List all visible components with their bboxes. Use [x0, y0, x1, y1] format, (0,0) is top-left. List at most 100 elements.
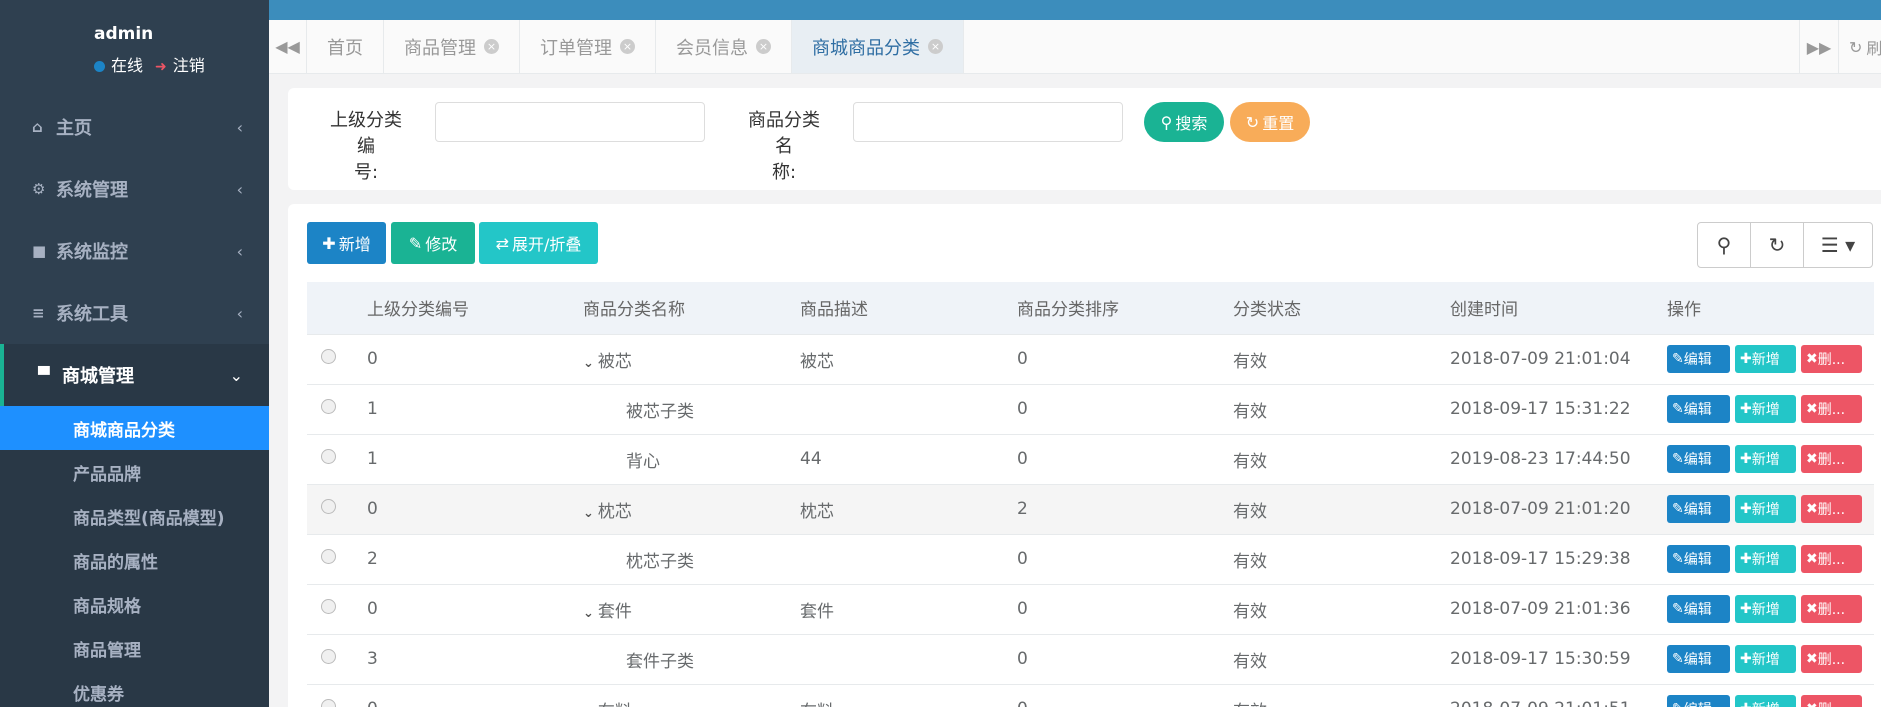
row-add-button[interactable]: ✚新增	[1735, 395, 1796, 423]
header-sort[interactable]: 商品分类排序	[1017, 282, 1233, 334]
table-row[interactable]: 1 背心 44 0 有效 2019-08-23 17:44:50 ✎ 编辑 ✚ 新增…	[307, 434, 1874, 484]
submenu-item-brand[interactable]: 产品品牌	[0, 450, 269, 494]
row-radio[interactable]	[321, 499, 336, 514]
row-delete-button[interactable]: ✖删...	[1801, 495, 1862, 523]
cell-description: 套件	[800, 601, 834, 622]
submenu-item-category[interactable]: 商城商品分类	[0, 406, 269, 450]
tab-home[interactable]: 首页	[307, 20, 384, 73]
tab-members[interactable]: 会员信息 ×	[656, 20, 792, 73]
row-edit-button[interactable]: ✎编辑	[1667, 395, 1730, 423]
edit-icon: ✎	[1672, 451, 1684, 467]
table-search-button[interactable]: ⚲	[1698, 223, 1751, 267]
close-icon[interactable]: ×	[928, 39, 943, 54]
row-delete-button[interactable]: ✖删...	[1801, 595, 1862, 623]
chevron-down-icon[interactable]: ⌄	[583, 506, 594, 521]
menu-item-tools[interactable]: ≡ 系统工具 ‹	[0, 282, 269, 344]
row-radio[interactable]	[321, 449, 336, 464]
table-header-row: 上级分类编号 商品分类名称 商品描述 商品分类排序 分类状态 创建时间 操作	[307, 282, 1874, 334]
row-add-button[interactable]: ✚新增	[1735, 495, 1796, 523]
table-row[interactable]: 0 ⌄布料 布料 0 有效 2018-07-09 21:01:51 ✎编辑 ✚新…	[307, 684, 1874, 707]
header-parent-id[interactable]: 上级分类编号	[367, 282, 583, 334]
row-radio[interactable]	[321, 649, 336, 664]
menu-item-system[interactable]: ⚙ 系统管理 ‹	[0, 158, 269, 220]
tab-scroll-left-button[interactable]: ◀◀	[269, 20, 307, 73]
row-edit-button[interactable]: ✎编辑	[1667, 545, 1730, 573]
cell-status: 有效	[1233, 451, 1267, 472]
row-add-button[interactable]: ✚新增	[1735, 695, 1796, 707]
row-radio[interactable]	[321, 399, 336, 414]
header-description[interactable]: 商品描述	[800, 282, 1017, 334]
tab-category[interactable]: 商城商品分类 ×	[792, 20, 964, 73]
table-panel: ✚ 新增 ✎ 修改 ⇄ 展开/折叠 ⚲ ↻ ☰ ▾ 上级分类编号 商品分类名称 商品描…	[288, 204, 1881, 707]
table-refresh-button[interactable]: ↻	[1751, 223, 1804, 267]
row-add-button[interactable]: ✚新增	[1735, 345, 1796, 373]
tab-orders[interactable]: 订单管理 ×	[520, 20, 656, 73]
menu-item-monitor[interactable]: ■ 系统监控 ‹	[0, 220, 269, 282]
chevron-left-icon: ‹	[236, 179, 243, 199]
gear-icon: ⚙	[32, 180, 46, 198]
table-row[interactable]: 0 ⌄ 枕芯 枕芯 2 有效 2018-07-09 21:01:20 ✎ 编辑 ✚ 新…	[307, 484, 1874, 534]
edit-icon: ✎	[1672, 351, 1684, 367]
add-button[interactable]: ✚ 新增	[307, 222, 386, 264]
remove-icon: ✖	[1806, 401, 1818, 417]
row-edit-button[interactable]: ✎编辑	[1667, 695, 1730, 707]
row-edit-button[interactable]: ✎编辑	[1667, 495, 1730, 523]
row-edit-button[interactable]: ✎编辑	[1667, 345, 1730, 373]
submenu-item-type[interactable]: 商品类型(商品模型)	[0, 494, 269, 538]
search-button[interactable]: ⚲ 搜索	[1144, 102, 1224, 142]
row-radio[interactable]	[321, 599, 336, 614]
submenu-item-spec[interactable]: 商品规格	[0, 582, 269, 626]
video-icon: ■	[32, 242, 47, 260]
row-edit-button[interactable]: ✎编辑	[1667, 595, 1730, 623]
user-name: admin	[94, 24, 154, 44]
menu-item-mall[interactable]: ▀ 商城管理 ⌄	[0, 344, 269, 406]
row-radio[interactable]	[321, 349, 336, 364]
expand-collapse-button[interactable]: ⇄ 展开/折叠	[479, 222, 598, 264]
logout-link[interactable]: ➜ 注销	[155, 52, 205, 76]
plus-icon: ✚	[1740, 651, 1752, 667]
chevron-down-icon[interactable]: ⌄	[583, 356, 594, 371]
header-created-time[interactable]: 创建时间	[1450, 282, 1667, 334]
menu-item-home[interactable]: ⌂ 主页 ‹	[0, 96, 269, 158]
table-row[interactable]: 3 套件子类 0 有效 2018-09-17 15:30:59 ✎ 编辑 ✚ 新增 …	[307, 634, 1874, 684]
submenu-item-coupon[interactable]: 优惠券	[0, 670, 269, 707]
parent-id-input[interactable]	[435, 102, 705, 142]
close-icon[interactable]: ×	[756, 39, 771, 54]
row-delete-button[interactable]: ✖删...	[1801, 645, 1862, 673]
refresh-tab-button[interactable]: ↻刷新	[1839, 20, 1881, 74]
header-category-name[interactable]: 商品分类名称	[583, 282, 800, 334]
submenu-item-attribute[interactable]: 商品的属性	[0, 538, 269, 582]
tab-scroll-right-button[interactable]: ▶▶	[1799, 20, 1839, 74]
reset-button[interactable]: ↻ 重置	[1230, 102, 1310, 142]
row-delete-button[interactable]: ✖删...	[1801, 345, 1862, 373]
header-status[interactable]: 分类状态	[1233, 282, 1450, 334]
table-row[interactable]: 0 ⌄ 被芯 被芯 0 有效 2018-07-09 21:01:04 ✎ 编辑 ✚ 新…	[307, 334, 1874, 384]
row-add-button[interactable]: ✚新增	[1735, 545, 1796, 573]
table-row[interactable]: 1 被芯子类 0 有效 2018-09-17 15:31:22 ✎ 编辑 ✚ 新增 …	[307, 384, 1874, 434]
row-delete-button[interactable]: ✖删...	[1801, 445, 1862, 473]
close-icon[interactable]: ×	[620, 39, 635, 54]
row-radio[interactable]	[321, 699, 336, 707]
refresh-icon: ↻	[1849, 37, 1863, 57]
row-add-button[interactable]: ✚新增	[1735, 645, 1796, 673]
columns-toggle-button[interactable]: ☰ ▾	[1804, 223, 1872, 267]
table-row[interactable]: 2 枕芯子类 0 有效 2018-09-17 15:29:38 ✎ 编辑 ✚ 新增 …	[307, 534, 1874, 584]
cell-status: 有效	[1233, 601, 1267, 622]
chevron-left-icon: ‹	[236, 241, 243, 261]
edit-button[interactable]: ✎ 修改	[391, 222, 475, 264]
close-icon[interactable]: ×	[484, 39, 499, 54]
remove-icon: ✖	[1806, 701, 1818, 707]
row-radio[interactable]	[321, 549, 336, 564]
chevron-down-icon[interactable]: ⌄	[583, 606, 594, 621]
row-edit-button[interactable]: ✎编辑	[1667, 445, 1730, 473]
row-delete-button[interactable]: ✖删...	[1801, 395, 1862, 423]
table-row[interactable]: 0 ⌄ 套件 套件 0 有效 2018-07-09 21:01:36 ✎ 编辑 ✚ 新…	[307, 584, 1874, 634]
category-name-input[interactable]	[853, 102, 1123, 142]
row-add-button[interactable]: ✚新增	[1735, 595, 1796, 623]
row-add-button[interactable]: ✚新增	[1735, 445, 1796, 473]
row-delete-button[interactable]: ✖删...	[1801, 545, 1862, 573]
row-delete-button[interactable]: ✖删...	[1801, 695, 1862, 707]
submenu-item-goods[interactable]: 商品管理	[0, 626, 269, 670]
row-edit-button[interactable]: ✎编辑	[1667, 645, 1730, 673]
tab-goods[interactable]: 商品管理 ×	[384, 20, 520, 73]
